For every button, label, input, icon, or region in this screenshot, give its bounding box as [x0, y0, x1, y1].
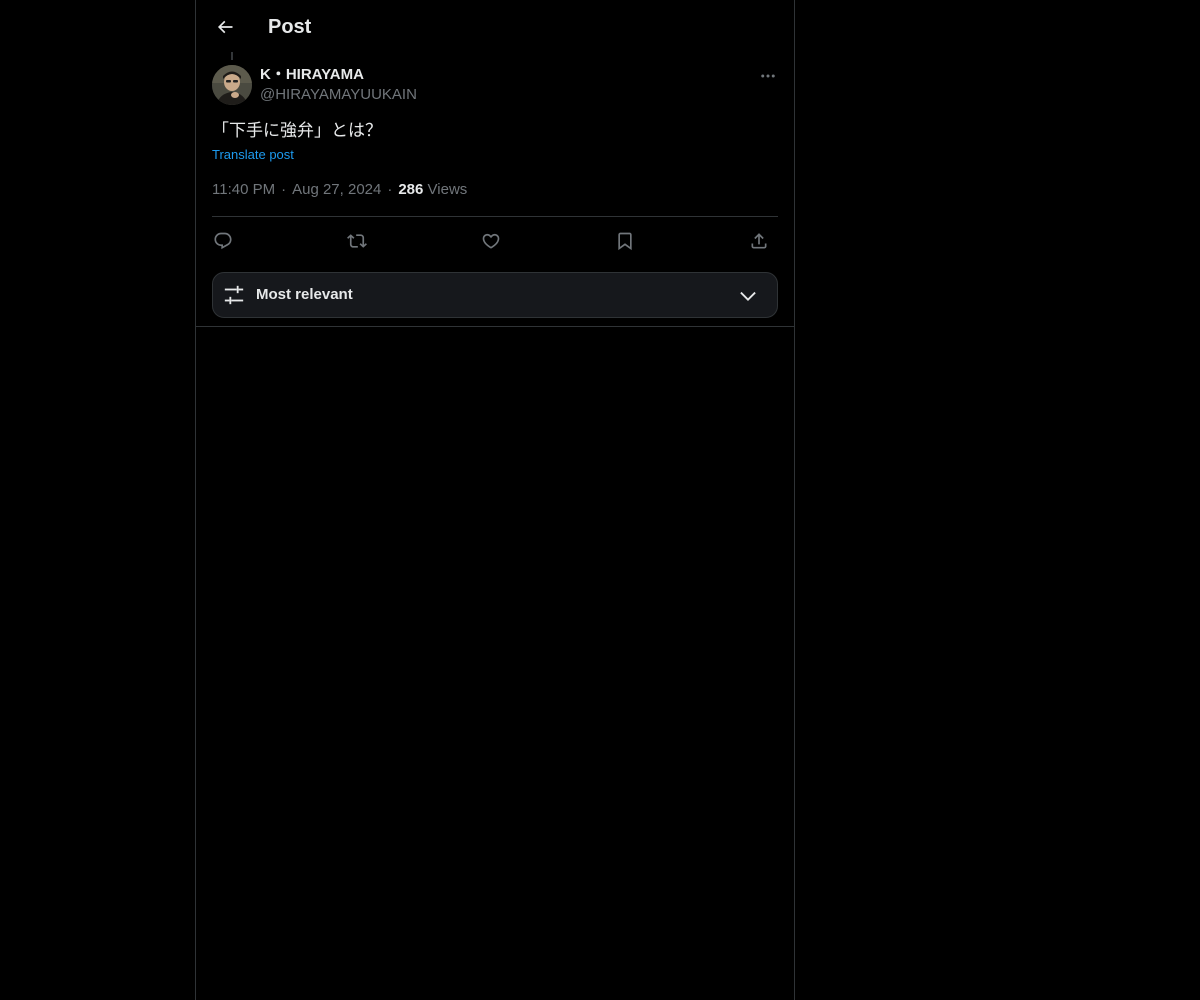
more-options-button[interactable]: [756, 64, 780, 88]
divider: [212, 216, 778, 217]
share-icon: [749, 231, 769, 251]
bookmark-button[interactable]: [612, 228, 638, 254]
views-count: 286: [398, 181, 424, 198]
post-text: 「下手に強弁」とは？: [212, 121, 382, 141]
replies-sort-dropdown[interactable]: Most relevant: [212, 272, 778, 318]
top-bar: Post: [196, 0, 794, 54]
views-label: Views: [427, 181, 468, 198]
sliders-icon: [223, 284, 245, 306]
page-title: Post: [268, 16, 312, 38]
post-actions-bar: [212, 226, 778, 256]
post-meta: 11:40 PM · Aug 27, 2024 · 286 Views: [212, 180, 467, 200]
meta-separator: ·: [387, 181, 393, 198]
share-button[interactable]: [746, 228, 772, 254]
post-time[interactable]: 11:40 PM: [212, 181, 275, 198]
post-date[interactable]: Aug 27, 2024: [292, 181, 381, 198]
more-horizontal-icon: [759, 67, 777, 85]
avatar[interactable]: [212, 65, 252, 105]
meta-separator: ·: [281, 181, 287, 198]
chevron-down-icon: [737, 285, 759, 307]
bookmark-icon: [615, 231, 635, 251]
translate-post-link[interactable]: Translate post: [212, 146, 294, 164]
heart-icon: [481, 231, 501, 251]
repost-button[interactable]: [344, 228, 370, 254]
divider: [196, 326, 794, 327]
repost-icon: [347, 231, 367, 251]
main-column: Post K・HIRAYAMA @HIRAYAMAYUUKAIN 「下手に強弁」…: [195, 0, 795, 1000]
author-name[interactable]: K・HIRAYAMA: [260, 65, 364, 85]
author-handle[interactable]: @HIRAYAMAYUUKAIN: [260, 85, 417, 105]
reply-button[interactable]: [210, 228, 236, 254]
back-button[interactable]: [208, 10, 242, 44]
like-button[interactable]: [478, 228, 504, 254]
sort-label: Most relevant: [256, 286, 353, 303]
thread-connector-line: [231, 52, 233, 60]
arrow-left-icon: [215, 17, 235, 37]
reply-icon: [213, 231, 233, 251]
